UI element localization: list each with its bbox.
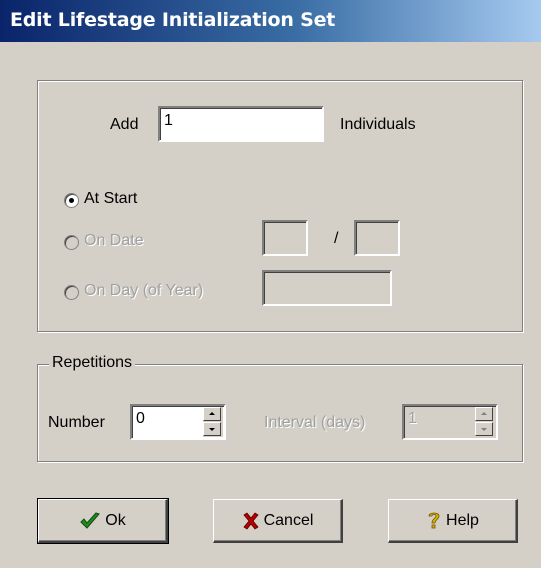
number-value: 0	[136, 410, 145, 427]
cancel-button-label: Cancel	[263, 511, 314, 529]
interval-value: 1	[408, 410, 417, 427]
individuals-label: Individuals	[340, 116, 416, 133]
at-start-label[interactable]: At Start	[84, 190, 137, 208]
question-mark-icon	[426, 510, 442, 532]
interval-spin-down-button[interactable]	[475, 422, 493, 436]
ok-button[interactable]: Ok	[37, 498, 169, 544]
number-spinbox[interactable]: 0	[130, 404, 226, 440]
repetitions-legend: Repetitions	[49, 354, 136, 372]
spin-up-icon	[481, 412, 487, 415]
window-title: Edit Lifestage Initialization Set	[10, 9, 336, 31]
add-count-value: 1	[164, 112, 173, 129]
number-spinner[interactable]	[203, 407, 223, 437]
spin-down-icon	[481, 428, 487, 431]
checkmark-icon	[79, 511, 101, 531]
on-date-radio[interactable]	[64, 235, 79, 250]
add-count-input[interactable]: 1	[158, 106, 324, 142]
number-spin-down-button[interactable]	[203, 422, 221, 436]
help-button-label: Help	[446, 511, 479, 529]
x-icon	[242, 511, 260, 530]
cancel-button[interactable]: Cancel	[213, 499, 343, 543]
number-spin-up-button[interactable]	[203, 407, 221, 421]
add-label: Add	[110, 116, 139, 133]
on-day-label[interactable]: On Day (of Year)	[84, 282, 203, 300]
radio-selected-dot	[69, 198, 74, 203]
date-month-input[interactable]	[262, 220, 308, 256]
spin-up-icon	[209, 412, 215, 415]
interval-spinner[interactable]	[475, 407, 495, 437]
on-date-label[interactable]: On Date	[84, 232, 144, 250]
day-of-year-input[interactable]	[262, 270, 392, 306]
ok-button-label: Ok	[105, 511, 126, 529]
help-button[interactable]: Help	[388, 499, 518, 543]
number-label: Number	[48, 414, 105, 431]
interval-spinbox[interactable]: 1	[402, 404, 498, 440]
interval-spin-up-button[interactable]	[475, 407, 493, 421]
date-day-input[interactable]	[354, 220, 400, 256]
spin-down-icon	[209, 428, 215, 431]
date-separator: /	[334, 230, 339, 247]
on-day-radio[interactable]	[64, 285, 79, 300]
title-bar[interactable]: Edit Lifestage Initialization Set	[0, 0, 541, 42]
at-start-radio[interactable]	[64, 193, 79, 208]
interval-label: Interval (days)	[264, 414, 366, 431]
